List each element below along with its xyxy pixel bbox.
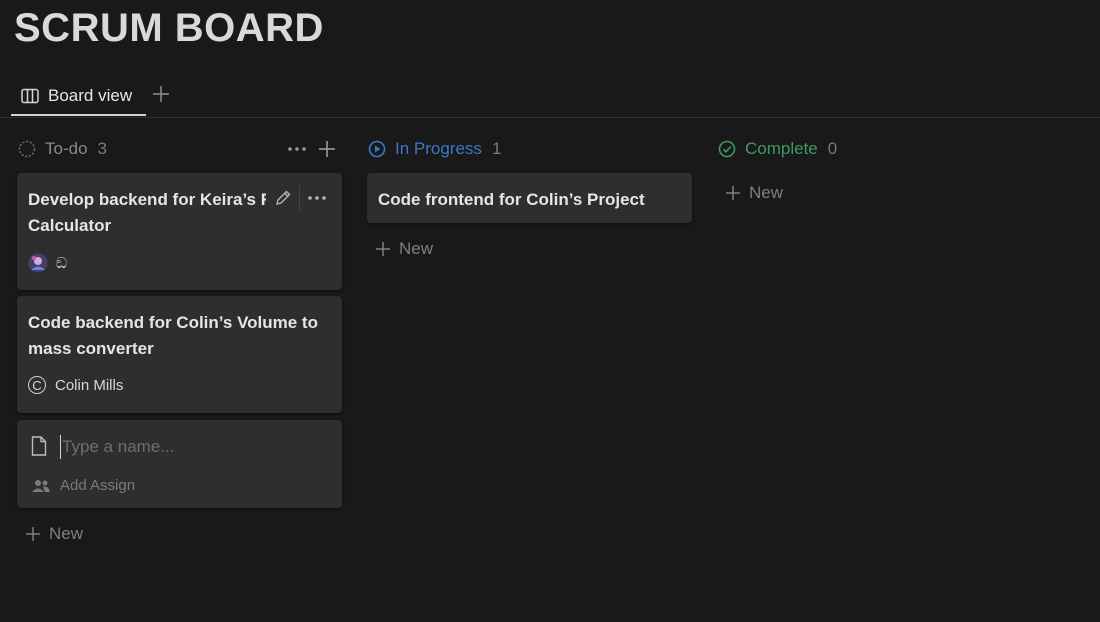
assignee-glyph: ඞ [56,254,68,272]
new-card-button-in-progress[interactable]: New [376,239,433,259]
column-label-todo: To-do [45,139,88,158]
page-icon [31,436,47,456]
pencil-icon [275,190,290,205]
plus-icon [726,186,740,200]
card-title: Code backend for Colin’s Volume to mass … [28,313,318,358]
complete-status-icon [718,140,736,158]
tab-board-view-label: Board view [48,86,133,105]
column-add-icon[interactable] [316,139,338,159]
in-progress-status-icon [368,140,386,158]
plus-icon [376,242,390,256]
board-view-icon [21,88,39,104]
column-label-in-progress: In Progress [395,139,482,158]
new-label: New [399,239,434,258]
task-card-backend-colin[interactable]: Code backend for Colin’s Volume to mass … [17,296,342,413]
new-label: New [749,183,784,202]
page-title: SCRUM BOARD [14,6,324,50]
card-more-button[interactable] [300,183,333,213]
new-card-editor: Add Assign [17,420,342,508]
plus-icon [26,527,40,541]
new-card-button-todo[interactable]: New [26,524,83,544]
assignee-name: Colin Mills [55,376,124,394]
todo-status-icon [18,140,36,158]
column-header-in-progress: In Progress 1 [368,137,501,161]
card-name-input[interactable] [60,435,324,459]
column-label-complete: Complete [745,139,818,158]
card-title: Code frontend for Colin’s Project [378,190,645,209]
new-card-button-complete[interactable]: New [726,183,783,203]
view-tabs: Board view [0,78,1100,118]
more-icon [307,196,326,200]
avatar: C [28,376,46,394]
add-view-icon[interactable] [150,83,172,105]
edit-button[interactable] [266,183,299,213]
task-card-frontend-colin[interactable]: Code frontend for Colin’s Project [367,173,692,223]
add-assign-label: Add Assign [60,477,136,494]
column-count-complete: 0 [827,139,838,158]
column-header-complete: Complete 0 [718,137,837,161]
people-icon [32,479,50,492]
card-assignee: C Colin Mills [28,376,123,394]
column-count-todo: 3 [97,139,107,158]
card-assignee: ඞ [28,253,67,273]
add-assign-button[interactable]: Add Assign [31,477,135,494]
column-count-in-progress: 1 [491,139,502,158]
column-header-todo: To-do 3 [18,137,107,161]
tab-board-view[interactable]: Board view [11,78,146,116]
column-more-icon[interactable] [286,139,308,159]
card-hover-actions [266,183,333,213]
avatar [28,253,48,273]
new-label: New [49,524,84,543]
